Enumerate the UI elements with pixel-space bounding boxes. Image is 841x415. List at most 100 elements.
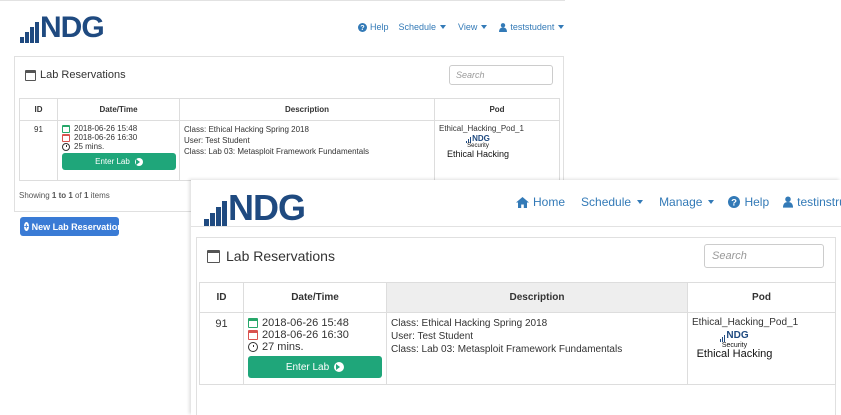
showing-suffix: items — [88, 191, 110, 200]
col-description-header[interactable]: Description — [179, 98, 435, 121]
showing-prefix: Showing — [19, 191, 52, 200]
header-divider — [191, 226, 841, 227]
start-time: 2018-06-26 15:48 — [248, 317, 382, 329]
play-circle-icon — [334, 362, 345, 372]
nav-manage[interactable]: Manage — [659, 195, 715, 209]
ndg-logo[interactable]: NDG — [20, 11, 105, 44]
col-pod-header[interactable]: Pod — [434, 98, 560, 121]
nav-help-label: Help — [370, 22, 389, 32]
col-datetime-header[interactable]: Date/Time — [57, 98, 180, 121]
col-id-header[interactable]: ID — [19, 98, 58, 121]
help-icon: ? — [728, 196, 741, 208]
duration: 27 mins. — [248, 341, 382, 353]
card-title: Lab Reservations — [25, 69, 126, 81]
enter-lab-label: Enter Lab — [285, 361, 330, 373]
pod-name: Ethical_Hacking_Pod_1 — [692, 317, 799, 328]
svg-text:?: ? — [360, 23, 364, 32]
ndg-logo[interactable]: NDG — [204, 190, 306, 226]
clock-icon — [62, 142, 70, 151]
user-icon — [783, 196, 794, 208]
table-header-row: ID Date/Time Description Pod — [199, 282, 836, 313]
help-icon: ? — [358, 22, 367, 32]
description-class: Class: Ethical Hacking Spring 2018 — [391, 318, 548, 329]
enter-lab-button[interactable]: Enter Lab — [62, 153, 176, 170]
duration: 25 mins. — [62, 142, 175, 151]
top-nav: Home Schedule Manage ? Help testinstruct… — [516, 195, 841, 209]
nav-user-label: testinstructor — [797, 195, 841, 209]
card-title-text: Lab Reservations — [226, 248, 335, 264]
pod-logo-ndg: NDG — [720, 330, 749, 342]
search-input[interactable]: Search — [449, 65, 553, 85]
description-class: Class: Ethical Hacking Spring 2018 — [184, 125, 309, 134]
top-nav: ? Help Schedule View teststudent — [358, 22, 565, 32]
logo-bars-icon — [204, 201, 227, 226]
col-description-header[interactable]: Description — [386, 282, 688, 313]
reservations-card: Lab Reservations Search ID Date/Time Des… — [196, 237, 836, 415]
nav-help[interactable]: ? Help — [358, 22, 389, 32]
search-input[interactable]: Search — [704, 244, 824, 268]
showing-summary: Showing 1 to 1 of 1 items — [19, 191, 110, 200]
col-id-header[interactable]: ID — [199, 282, 244, 313]
description-lab: Class: Lab 03: Metasploit Framework Fund… — [391, 344, 623, 355]
pod-logo-ndg: NDG — [466, 134, 490, 144]
row-description: Class: Ethical Hacking Spring 2018 User:… — [179, 120, 435, 181]
nav-help[interactable]: ? Help — [728, 195, 769, 209]
pod-logo: NDG Security Ethical Hacking — [439, 134, 517, 159]
nav-schedule[interactable]: Schedule — [581, 195, 644, 209]
start-time-text: 2018-06-26 15:48 — [74, 124, 138, 133]
logo-bars-icon — [20, 22, 39, 43]
reservations-table: ID Date/Time Description Pod 91 2018-06-… — [19, 98, 560, 181]
reservations-table: ID Date/Time Description Pod 91 2018-06-… — [199, 282, 836, 385]
description-lab: Class: Lab 03: Metasploit Framework Fund… — [184, 147, 369, 156]
pod-logo-brand: NDG — [472, 134, 490, 143]
new-lab-reservation-button[interactable]: + New Lab Reservation — [20, 217, 133, 236]
enter-lab-label: Enter Lab — [95, 157, 130, 166]
col-pod-header[interactable]: Pod — [687, 282, 836, 313]
row-datetime: 2018-06-26 15:48 2018-06-26 16:30 27 min… — [243, 312, 387, 385]
duration-text: 25 mins. — [74, 142, 105, 151]
row-pod: Ethical_Hacking_Pod_1 NDG Security Ethic… — [687, 312, 836, 385]
play-circle-icon — [134, 157, 143, 166]
calendar-end-icon — [62, 133, 70, 142]
nav-user[interactable]: testinstructor — [783, 195, 841, 209]
row-pod: Ethical_Hacking_Pod_1 NDG Security Ethic… — [434, 120, 560, 181]
nav-schedule-label: Schedule — [398, 22, 437, 32]
nav-schedule-label: Schedule — [581, 195, 632, 209]
chevron-down-icon — [637, 200, 644, 204]
nav-view[interactable]: View — [458, 22, 488, 32]
instructor-window: NDG Home Schedule Manage ? Help testinst… — [191, 180, 841, 415]
start-time: 2018-06-26 15:48 — [62, 124, 175, 133]
description-user: User: Test Student — [391, 331, 474, 342]
top-border — [0, 0, 565, 1]
nav-home-label: Home — [533, 195, 566, 209]
card-title: Lab Reservations — [207, 248, 335, 264]
start-time-text: 2018-06-26 15:48 — [262, 317, 349, 329]
nav-user[interactable]: teststudent — [499, 22, 565, 32]
chevron-down-icon — [126, 224, 133, 229]
nav-manage-label: Manage — [659, 195, 703, 209]
pod-name: Ethical_Hacking_Pod_1 — [439, 124, 524, 133]
enter-lab-button[interactable]: Enter Lab — [248, 356, 382, 378]
end-time-text: 2018-06-26 16:30 — [262, 329, 349, 341]
pod-logo-ethical-hacking: Ethical Hacking — [696, 347, 773, 360]
nav-help-label: Help — [744, 195, 770, 209]
row-id: 91 — [199, 312, 244, 385]
logo-text: NDG — [40, 11, 105, 44]
card-title-text: Lab Reservations — [40, 69, 126, 81]
nav-schedule[interactable]: Schedule — [399, 22, 447, 32]
search-placeholder: Search — [712, 250, 747, 262]
user-icon — [499, 22, 508, 32]
description-user: User: Test Student — [184, 136, 250, 145]
duration-text: 27 mins. — [262, 341, 304, 353]
pod-logo-ethical-hacking: Ethical Hacking — [446, 148, 510, 159]
col-datetime-header[interactable]: Date/Time — [243, 282, 387, 313]
nav-view-label: View — [458, 22, 478, 32]
svg-text:?: ? — [732, 198, 738, 208]
nav-home[interactable]: Home — [516, 195, 565, 209]
calendar-end-icon — [248, 330, 258, 340]
new-lab-reservation-label: New Lab Reservation — [31, 221, 123, 232]
plus-circle-icon: + — [24, 222, 29, 231]
end-time: 2018-06-26 16:30 — [248, 329, 382, 341]
calendar-icon — [25, 69, 36, 81]
pod-logo-brand: NDG — [726, 330, 749, 341]
